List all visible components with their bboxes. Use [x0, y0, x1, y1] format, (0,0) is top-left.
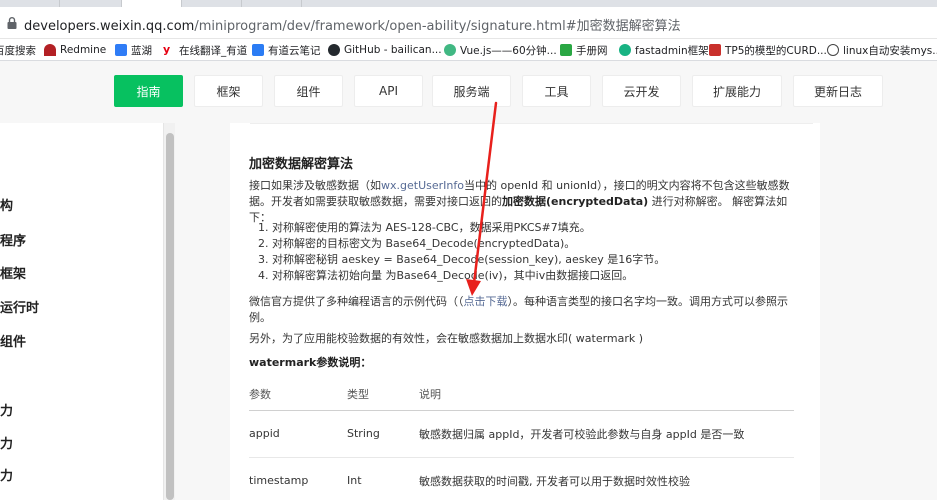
table-header-row: 参数 类型 说明: [249, 379, 794, 411]
table-cell: 敏感数据获取的时间戳, 开发者可以用于数据时效性校验: [419, 457, 794, 500]
bookmark-item[interactable]: 百度搜索: [0, 42, 36, 58]
bookmark-label: fastadmin框架: [635, 44, 709, 57]
watermark-paragraph: 另外，为了应用能校验数据的有效性，会在敏感数据加上数据水印( watermark…: [249, 332, 644, 345]
nav-item-components[interactable]: 组件: [274, 75, 343, 107]
text: 微信官方提供了多种编程语言的示例代码（（: [249, 295, 464, 308]
bookmark-label: TP5的模型的CURD...: [725, 44, 827, 57]
sidebar-item[interactable]: 组件: [0, 331, 26, 350]
table-header: 参数: [249, 379, 347, 411]
getuserinfo-link[interactable]: wx.getUserInfo: [381, 179, 464, 192]
table-cell: Int: [347, 457, 419, 500]
table-cell: String: [347, 410, 419, 458]
doc-content: 加密数据解密算法 接口如果涉及敏感数据（如wx.getUserInfo当中的 o…: [230, 123, 820, 500]
scrollbar-thumb[interactable]: [166, 133, 174, 500]
sidebar-item[interactable]: 框架: [0, 263, 26, 282]
shouce-icon: [560, 44, 572, 56]
globe-icon: [827, 44, 839, 56]
bookmark-item[interactable]: 有道云笔记: [252, 42, 321, 58]
sidebar-item[interactable]: 构: [0, 195, 13, 214]
tp5-icon: [709, 44, 721, 56]
algorithm-steps: 1. 对称解密使用的算法为 AES-128-CBC，数据采用PKCS#7填充。 …: [258, 220, 665, 284]
bookmark-item[interactable]: Redmine: [44, 42, 106, 58]
lanhu-icon: [115, 44, 127, 56]
intro-paragraph: 接口如果涉及敏感数据（如wx.getUserInfo当中的 openId 和 u…: [249, 178, 809, 226]
lock-icon: [7, 17, 17, 29]
browser-tab[interactable]: [0, 0, 60, 7]
bookmark-label: 有道云笔记: [268, 44, 321, 57]
nav-item-framework[interactable]: 框架: [194, 75, 263, 107]
table-header: 说明: [419, 379, 794, 411]
text: 接口如果涉及敏感数据（如: [249, 179, 381, 192]
bookmark-label: 蓝湖: [131, 44, 152, 57]
sidebar-item[interactable]: 力: [0, 465, 13, 484]
table-header: 类型: [347, 379, 419, 411]
browser-tab[interactable]: [182, 0, 242, 7]
bookmark-label: Vue.js——60分钟...: [460, 44, 557, 57]
address-bar[interactable]: developers.weixin.qq.com/miniprogram/dev…: [0, 7, 937, 39]
vue-icon: [444, 44, 456, 56]
redmine-icon: [44, 44, 56, 56]
bookmark-item[interactable]: 蓝湖: [115, 42, 152, 58]
list-item: 1. 对称解密使用的算法为 AES-128-CBC，数据采用PKCS#7填充。: [258, 221, 591, 234]
nav-item-api[interactable]: API: [354, 75, 423, 107]
url-host: developers.weixin.qq.com: [24, 19, 195, 34]
list-item: 4. 对称解密算法初始向量 为Base64_Decode(iv)，其中iv由数据…: [258, 269, 634, 282]
youdao-note-icon: [252, 44, 264, 56]
bookmark-item[interactable]: TP5的模型的CURD...: [709, 42, 827, 58]
bookmark-label: linux自动安装mys...: [843, 44, 937, 57]
section-heading: 加密数据解密算法: [249, 157, 354, 172]
table-row: timestamp Int 敏感数据获取的时间戳, 开发者可以用于数据时效性校验: [249, 457, 794, 500]
sidebar-item[interactable]: 运行时: [0, 297, 39, 316]
url-text[interactable]: developers.weixin.qq.com/miniprogram/dev…: [24, 15, 681, 34]
nav-item-changelog[interactable]: 更新日志: [793, 75, 883, 107]
bookmark-item[interactable]: 手册网: [560, 42, 608, 58]
divider: [250, 123, 813, 127]
bookmark-item[interactable]: y 在线翻译_有道: [163, 42, 247, 58]
table-cell: 敏感数据归属 appId，开发者可校验此参数与自身 appId 是否一致: [419, 410, 794, 458]
watermark-title: watermark参数说明：: [249, 356, 372, 369]
nav-item-guide[interactable]: 指南: [114, 75, 183, 107]
download-link[interactable]: 点击下载: [464, 295, 508, 308]
bookmark-label: GitHub - bailican...: [344, 44, 442, 56]
browser-tab-active[interactable]: [122, 0, 182, 7]
browser-tab-strip[interactable]: [0, 0, 937, 7]
bookmark-item[interactable]: linux自动安装mys...: [827, 42, 937, 58]
url-path: /miniprogram/dev/framework/open-ability/…: [194, 19, 681, 34]
table-cell: appid: [249, 410, 347, 458]
top-nav: 指南 框架 组件 API 服务端 工具 云开发 扩展能力 更新日志: [0, 61, 937, 123]
bookmark-label: Redmine: [60, 44, 107, 56]
bookmark-label: 手册网: [576, 44, 608, 57]
bookmark-item[interactable]: Vue.js——60分钟...: [444, 42, 557, 58]
sidebar-scrollbar[interactable]: [163, 123, 175, 500]
list-item: 2. 对称解密的目标密文为 Base64_Decode(encryptedDat…: [258, 237, 576, 250]
bookmark-item[interactable]: fastadmin框架: [619, 42, 709, 58]
browser-tab[interactable]: [60, 0, 122, 7]
bookmarks-bar: 百度搜索 Redmine 蓝湖 y 在线翻译_有道 有道云笔记 GitHub - …: [0, 39, 937, 61]
watermark-table: 参数 类型 说明 appid String 敏感数据归属 appId，开发者可校…: [249, 379, 794, 500]
fastadmin-icon: [619, 44, 631, 56]
sidebar-item[interactable]: 力: [0, 400, 13, 419]
github-icon: [328, 44, 340, 56]
encrypted-data-term: 加密数据(encryptedData): [502, 195, 649, 208]
sidebar: 构 程序 框架 运行时 组件 力 力 力: [0, 123, 163, 500]
nav-item-extensions[interactable]: 扩展能力: [692, 75, 782, 107]
sidebar-item[interactable]: 力: [0, 433, 13, 452]
browser-tab[interactable]: [242, 0, 302, 7]
nav-item-tools[interactable]: 工具: [522, 75, 591, 107]
bookmark-item[interactable]: GitHub - bailican...: [328, 42, 442, 58]
bookmark-label: 百度搜索: [0, 44, 36, 57]
table-cell: timestamp: [249, 457, 347, 500]
sample-code-paragraph: 微信官方提供了多种编程语言的示例代码（（点击下载）。每种语言类型的接口名字均一致…: [249, 294, 809, 326]
list-item: 3. 对称解密秘钥 aeskey = Base64_Decode(session…: [258, 253, 666, 266]
sidebar-item[interactable]: 程序: [0, 230, 26, 249]
table-row: appid String 敏感数据归属 appId，开发者可校验此参数与自身 a…: [249, 410, 794, 458]
nav-item-server[interactable]: 服务端: [432, 75, 511, 107]
youdao-translate-icon: y: [163, 44, 175, 56]
bookmark-label: 在线翻译_有道: [179, 44, 248, 57]
nav-item-cloud[interactable]: 云开发: [602, 75, 681, 107]
